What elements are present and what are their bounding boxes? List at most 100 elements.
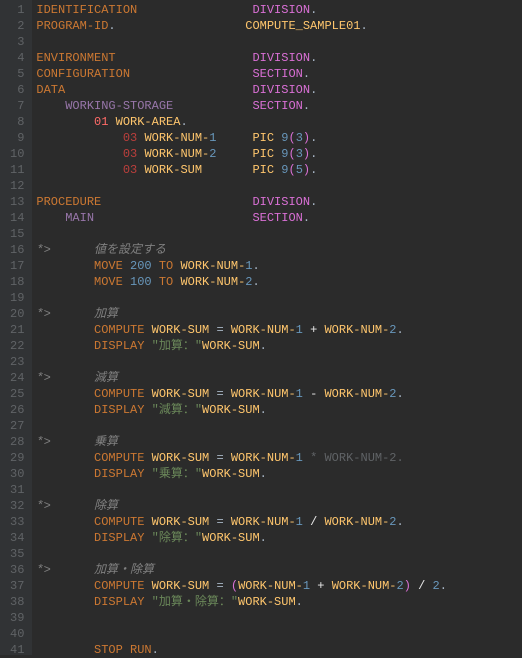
token: COMPUTE (94, 451, 144, 465)
token (144, 467, 151, 481)
line-number: 11 (10, 162, 24, 178)
token: SECTION (252, 99, 302, 113)
code-editor[interactable]: 1234567891011121314151617181920212223242… (0, 0, 522, 655)
token (152, 259, 159, 273)
code-line[interactable]: ENVIRONMENT DIVISION. (36, 50, 522, 66)
line-number: 20 (10, 306, 24, 322)
token (36, 339, 94, 353)
code-line[interactable]: CONFIGURATION SECTION. (36, 66, 522, 82)
token: . (310, 83, 317, 97)
code-line[interactable] (36, 418, 522, 434)
token: *> 乗算 (36, 435, 118, 449)
token: *> 値を設定する (36, 243, 166, 257)
token: 1 (296, 515, 303, 529)
token: = (209, 387, 231, 401)
code-line[interactable] (36, 482, 522, 498)
token: 2 (209, 147, 252, 161)
token (144, 531, 151, 545)
line-number: 26 (10, 402, 24, 418)
code-line[interactable]: DISPLAY "加算・除算："WORK-SUM. (36, 594, 522, 610)
code-line[interactable] (36, 34, 522, 50)
code-area[interactable]: IDENTIFICATION DIVISION.PROGRAM-ID. COMP… (32, 0, 522, 655)
code-line[interactable]: STOP RUN. (36, 642, 522, 658)
token: MAIN (65, 211, 252, 225)
code-line[interactable] (36, 226, 522, 242)
line-number: 15 (10, 226, 24, 242)
code-line[interactable]: WORKING-STORAGE SECTION. (36, 98, 522, 114)
code-line[interactable]: *> 加算・除算 (36, 562, 522, 578)
token: . (108, 19, 245, 33)
code-line[interactable]: DATA DIVISION. (36, 82, 522, 98)
token (144, 595, 151, 609)
code-line[interactable]: *> 除算 (36, 498, 522, 514)
token: ( (231, 579, 238, 593)
token (36, 211, 65, 225)
line-number: 1 (10, 2, 24, 18)
token: = (209, 579, 231, 593)
token: ( (288, 131, 295, 145)
token: WORKING-STORAGE (65, 99, 252, 113)
code-line[interactable]: *> 加算 (36, 306, 522, 322)
token (36, 595, 94, 609)
line-number: 8 (10, 114, 24, 130)
token (36, 115, 94, 129)
token: PIC (252, 131, 274, 145)
token: 5 (296, 163, 303, 177)
code-line[interactable] (36, 546, 522, 562)
token: COMPUTE (94, 579, 144, 593)
token (123, 275, 130, 289)
code-line[interactable] (36, 626, 522, 642)
token: . (360, 19, 367, 33)
code-line[interactable]: PROGRAM-ID. COMPUTE_SAMPLE01. (36, 18, 522, 34)
token: . (310, 163, 317, 177)
token: 03 (123, 163, 137, 177)
code-line[interactable]: COMPUTE WORK-SUM = WORK-NUM-1 / WORK-NUM… (36, 514, 522, 530)
code-line[interactable] (36, 178, 522, 194)
code-line[interactable] (36, 610, 522, 626)
code-line[interactable]: MAIN SECTION. (36, 210, 522, 226)
code-line[interactable]: COMPUTE WORK-SUM = WORK-NUM-1 + WORK-NUM… (36, 322, 522, 338)
token: "乗算：" (152, 467, 202, 481)
code-line[interactable]: DISPLAY "加算："WORK-SUM. (36, 338, 522, 354)
token: TO (159, 275, 173, 289)
code-line[interactable]: 03 WORK-SUM PIC 9(5). (36, 162, 522, 178)
token (152, 275, 159, 289)
code-line[interactable]: 03 WORK-NUM-1 PIC 9(3). (36, 130, 522, 146)
token (144, 515, 151, 529)
token: = (209, 451, 231, 465)
code-line[interactable]: PROCEDURE DIVISION. (36, 194, 522, 210)
code-line[interactable] (36, 290, 522, 306)
code-line[interactable]: 01 WORK-AREA. (36, 114, 522, 130)
line-number-gutter: 1234567891011121314151617181920212223242… (0, 0, 32, 655)
token: WORK-NUM- (324, 515, 389, 529)
token (36, 403, 94, 417)
code-line[interactable]: *> 乗算 (36, 434, 522, 450)
code-line[interactable]: DISPLAY "減算："WORK-SUM. (36, 402, 522, 418)
code-line[interactable]: COMPUTE WORK-SUM = WORK-NUM-1 - WORK-NUM… (36, 386, 522, 402)
code-line[interactable]: DISPLAY "除算："WORK-SUM. (36, 530, 522, 546)
token: ) (303, 147, 310, 161)
token: . (303, 99, 310, 113)
token: ) (303, 163, 310, 177)
code-line[interactable]: MOVE 100 TO WORK-NUM-2. (36, 274, 522, 290)
token: DIVISION (252, 195, 310, 209)
token: . (397, 387, 404, 401)
token: . (296, 595, 303, 609)
code-line[interactable]: MOVE 200 TO WORK-NUM-1. (36, 258, 522, 274)
token: . (252, 275, 259, 289)
token: - (303, 387, 325, 401)
token: . (303, 211, 310, 225)
code-line[interactable]: COMPUTE WORK-SUM = (WORK-NUM-1 + WORK-NU… (36, 578, 522, 594)
code-line[interactable]: *> 減算 (36, 370, 522, 386)
code-line[interactable] (36, 354, 522, 370)
token: "加算・除算：" (152, 595, 238, 609)
token: . (310, 147, 317, 161)
line-number: 40 (10, 626, 24, 642)
code-line[interactable]: COMPUTE WORK-SUM = WORK-NUM-1 * WORK-NUM… (36, 450, 522, 466)
code-line[interactable]: DISPLAY "乗算："WORK-SUM. (36, 466, 522, 482)
token (36, 259, 94, 273)
code-line[interactable]: 03 WORK-NUM-2 PIC 9(3). (36, 146, 522, 162)
line-number: 10 (10, 146, 24, 162)
code-line[interactable]: IDENTIFICATION DIVISION. (36, 2, 522, 18)
code-line[interactable]: *> 値を設定する (36, 242, 522, 258)
